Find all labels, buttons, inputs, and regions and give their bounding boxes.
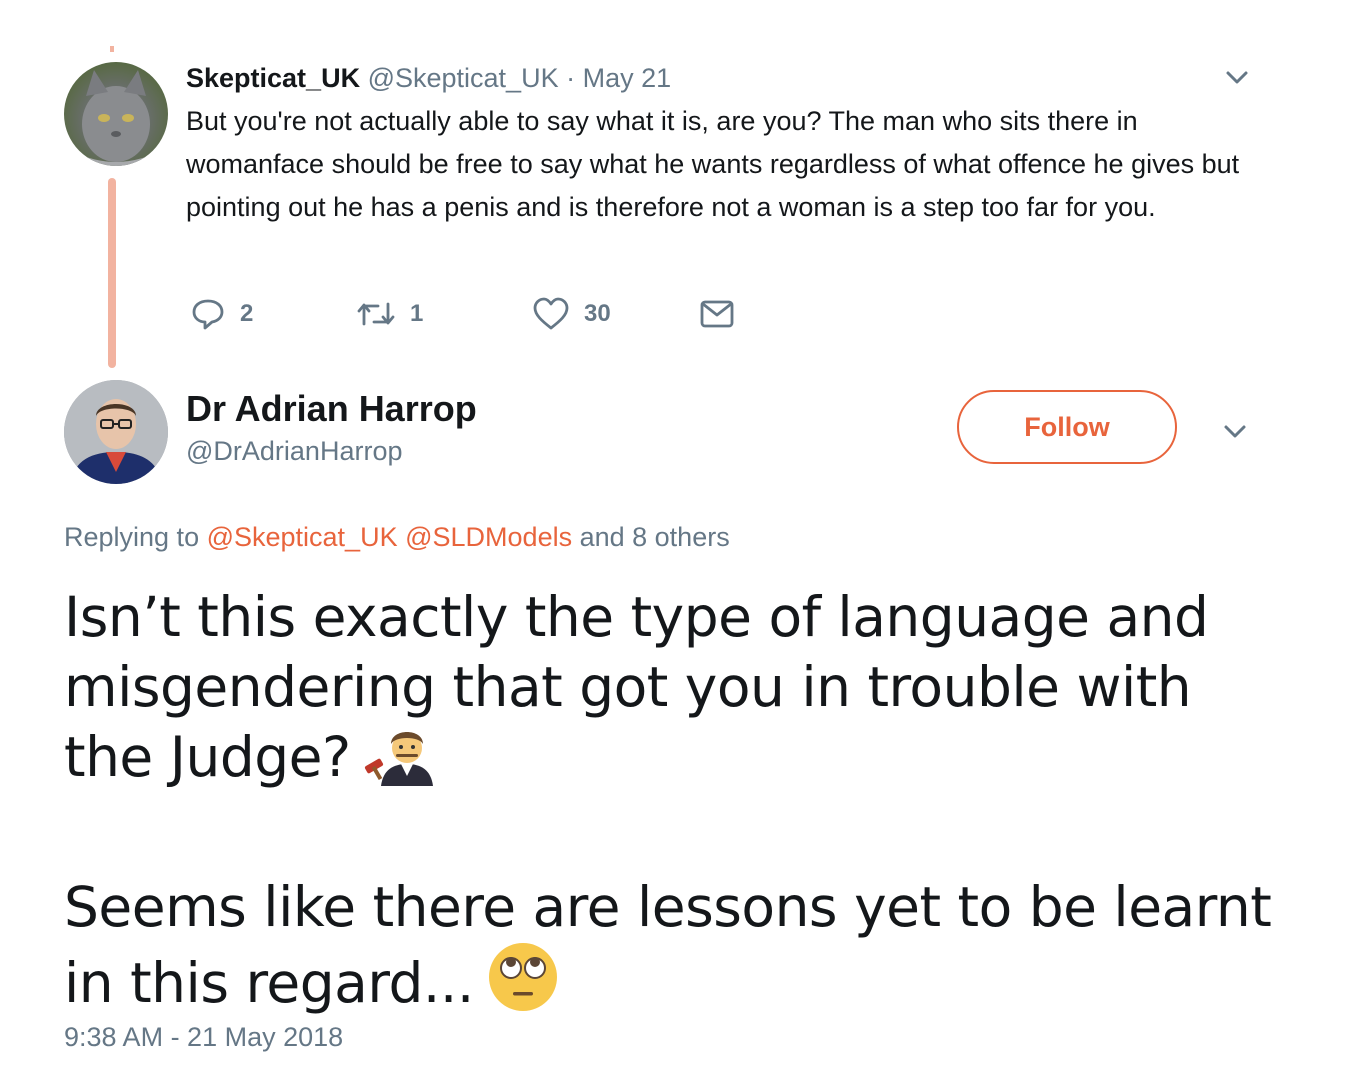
replying-suffix[interactable]: and 8 others <box>572 522 730 552</box>
tweet1-author-handle[interactable]: @Skepticat_UK <box>368 63 559 93</box>
envelope-icon <box>700 300 734 328</box>
tweet1-text: But you're not actually able to say what… <box>186 106 1240 222</box>
retweet-icon <box>357 302 395 326</box>
mention-link[interactable]: @Skepticat_UK <box>207 522 398 552</box>
tweet2-paragraph: Seems like there are lessons yet to be l… <box>64 872 1284 1028</box>
tweet1-author-name[interactable]: Skepticat_UK <box>186 63 360 93</box>
chevron-down-icon <box>1224 425 1246 438</box>
avatar[interactable] <box>64 62 168 166</box>
tweet2-paragraph: Isn’t this exactly the type of language … <box>64 582 1284 802</box>
tweet1-actions: 2 1 30 <box>186 296 786 340</box>
follow-button[interactable]: Follow <box>957 390 1177 464</box>
tweet2-paragraph-text: Isn’t this exactly the type of language … <box>64 585 1209 789</box>
tweet2-paragraph-text: Seems like there are lessons yet to be l… <box>64 875 1272 1015</box>
retweet-count: 1 <box>410 300 424 327</box>
reply-icon <box>192 299 224 330</box>
tweet1-more-menu[interactable] <box>1222 62 1252 92</box>
judge-emoji-icon <box>363 722 441 802</box>
reply-count: 2 <box>240 300 254 327</box>
like-button[interactable]: 30 <box>532 296 611 332</box>
direct-message-button[interactable] <box>698 296 736 332</box>
retweet-button[interactable]: 1 <box>356 296 423 332</box>
heart-icon <box>533 297 569 330</box>
tweet1-header: Skepticat_UK @Skepticat_UK · May 21 <box>186 60 671 96</box>
chevron-down-icon <box>1226 71 1248 84</box>
like-count: 30 <box>584 300 611 327</box>
eye-roll-emoji-icon <box>486 942 560 1028</box>
thread-line <box>108 178 116 368</box>
replying-to: Replying to @Skepticat_UK @SLDModels and… <box>64 522 730 553</box>
tweet1-separator: · <box>558 63 583 93</box>
reply-button[interactable]: 2 <box>190 296 253 332</box>
avatar[interactable] <box>64 380 168 484</box>
tweet2-author-name[interactable]: Dr Adrian Harrop <box>186 388 477 430</box>
doctor-avatar-image <box>64 380 168 484</box>
thread-line-top <box>110 46 114 52</box>
tweet2-more-menu[interactable] <box>1220 416 1250 446</box>
mention-link[interactable]: @SLDModels <box>405 522 572 552</box>
cat-avatar-image <box>64 70 168 166</box>
replying-prefix: Replying to <box>64 522 207 552</box>
tweet1-date[interactable]: May 21 <box>583 63 672 93</box>
tweet-timestamp[interactable]: 9:38 AM - 21 May 2018 <box>64 1022 343 1053</box>
tweet2-author-handle[interactable]: @DrAdrianHarrop <box>186 436 402 467</box>
tweet2-text: Isn’t this exactly the type of language … <box>64 582 1284 1028</box>
